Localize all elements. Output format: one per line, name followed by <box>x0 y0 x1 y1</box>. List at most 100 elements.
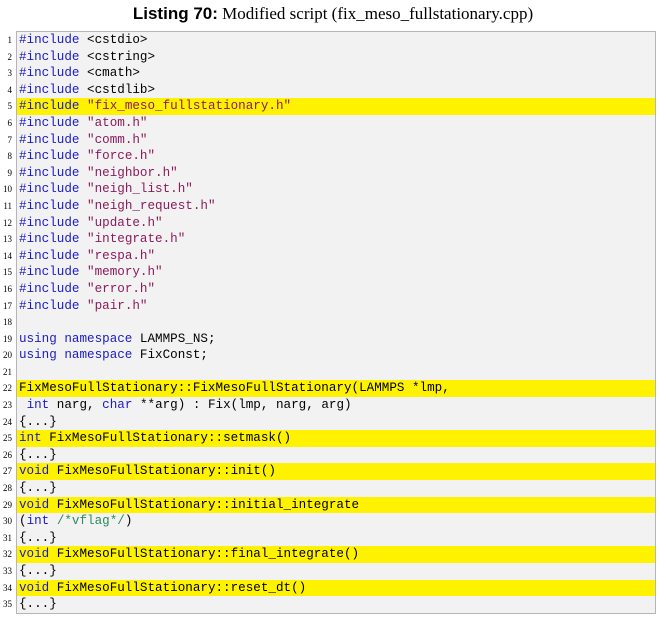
code-keyword: #include <box>19 281 80 296</box>
code-keyword: #include <box>19 248 80 263</box>
code-line: 19 using namespace LAMMPS_NS; <box>0 331 666 348</box>
code-line: 28 {...} <box>0 480 666 497</box>
code-line: 2 #include <cstring> <box>0 49 666 66</box>
code-listing: 1 #include <cstdio> 2 #include <cstring> 3 #i… <box>0 32 666 613</box>
code-text: {...} <box>17 480 655 497</box>
code-keyword: #include <box>19 182 80 197</box>
code-token: {...} <box>19 530 57 545</box>
line-number: 4 <box>7 84 13 95</box>
code-keyword: #include <box>19 115 80 130</box>
code-line: 10 #include "neigh_list.h" <box>0 181 666 198</box>
code-token: narg, <box>49 398 103 413</box>
code-text: #include "respa.h" <box>17 248 655 265</box>
code-keyword: void <box>19 547 50 562</box>
line-number: 2 <box>7 51 13 62</box>
code-text: {...} <box>17 596 655 613</box>
code-token: ( <box>19 514 27 529</box>
code-text: {...} <box>17 563 655 580</box>
line-number: 18 <box>3 317 12 328</box>
highlighted-code-text: void FixMesoFullStationary::init() <box>17 463 655 481</box>
code-line: 20 using namespace FixConst; <box>0 347 666 364</box>
code-keyword: #include <box>19 232 80 247</box>
code-token: FixConst; <box>132 348 208 363</box>
code-text: using namespace FixConst; <box>17 347 655 364</box>
code-token: <cstdio> <box>79 33 148 47</box>
line-number: 28 <box>3 483 12 494</box>
line-number: 15 <box>3 267 12 278</box>
code-token: {...} <box>19 564 57 578</box>
code-line: 34 void FixMesoFullStationary::reset_dt() <box>0 579 666 597</box>
code-line: 14 #include "respa.h" <box>0 248 666 265</box>
code-token: <cmath> <box>79 66 140 81</box>
line-number: 31 <box>3 532 12 543</box>
code-line: 6 #include "atom.h" <box>0 115 666 132</box>
code-text: #include "update.h" <box>17 215 655 232</box>
code-line: 29 void FixMesoFullStationary::initial_in… <box>0 496 666 514</box>
code-keyword: #include <box>19 132 80 147</box>
code-text: #include <cstring> <box>17 49 655 66</box>
line-number: 19 <box>3 333 12 344</box>
code-keyword: void <box>19 497 50 512</box>
code-keyword: #include <box>19 33 80 47</box>
code-line: 24 {...} <box>0 414 666 431</box>
code-string: "integrate.h" <box>87 232 186 247</box>
highlighted-code-text: void FixMesoFullStationary::reset_dt() <box>17 579 655 597</box>
line-number: 14 <box>3 250 12 261</box>
code-token: FixMesoFullStationary::reset_dt() <box>49 580 307 595</box>
line-number: 7 <box>7 134 13 145</box>
code-line: 33 {...} <box>0 563 666 580</box>
code-line: 22 FixMesoFullStationary::FixMesoFullStat… <box>0 380 666 398</box>
code-keyword: void <box>19 580 50 595</box>
code-text: {...} <box>17 447 655 464</box>
code-line: 8 #include "force.h" <box>0 148 666 165</box>
code-line: 7 #include "comm.h" <box>0 132 666 149</box>
code-text: using namespace LAMMPS_NS; <box>17 331 655 348</box>
code-string: "neighbor.h" <box>87 165 178 180</box>
code-token: {...} <box>19 414 57 429</box>
line-number: 20 <box>3 350 12 361</box>
code-comment: /*vflag*/ <box>56 514 125 529</box>
code-line: 12 #include "update.h" <box>0 215 666 232</box>
code-keyword: using namespace <box>19 331 133 346</box>
code-token: <cstdlib> <box>79 82 156 97</box>
listing-caption-label: Listing 70: <box>132 4 218 23</box>
line-number: 21 <box>3 366 12 377</box>
code-text: #include "comm.h" <box>17 132 655 149</box>
code-line: 31 {...} <box>0 530 666 547</box>
line-number: 27 <box>3 466 12 477</box>
line-number: 5 <box>7 101 13 112</box>
code-keyword: #include <box>19 149 80 164</box>
code-keyword: #include <box>19 49 80 64</box>
code-string: "neigh_request.h" <box>87 198 216 213</box>
line-number: 16 <box>3 283 12 294</box>
highlighted-code-text: FixMesoFullStationary::FixMesoFullStatio… <box>17 380 655 398</box>
code-string: "memory.h" <box>87 265 163 280</box>
code-line: 17 #include "pair.h" <box>0 298 666 315</box>
code-string: "atom.h" <box>87 115 148 130</box>
code-line: 18 <box>0 314 666 331</box>
code-token: LAMMPS_NS; <box>132 331 216 346</box>
line-number: 8 <box>7 151 13 162</box>
code-line: 11 #include "neigh_request.h" <box>0 198 666 215</box>
code-line: 30 (int /*vflag*/) <box>0 513 666 530</box>
highlighted-code-text: void FixMesoFullStationary::final_integr… <box>17 546 655 563</box>
code-string: "pair.h" <box>87 298 148 313</box>
code-keyword: #include <box>19 165 80 180</box>
line-number: 12 <box>3 217 12 228</box>
code-token: FixMesoFullStationary::initial_integrate <box>49 497 360 512</box>
code-line: 35 {...} <box>0 596 666 613</box>
code-text: #include <cstdio> <box>17 32 655 49</box>
code-keyword: char <box>102 398 133 413</box>
code-text: #include "integrate.h" <box>17 231 655 248</box>
code-keyword: int <box>26 514 50 529</box>
code-line: 21 <box>0 364 666 381</box>
code-line: 16 #include "error.h" <box>0 281 666 298</box>
code-line: 25 int FixMesoFullStationary::setmask() <box>0 430 666 447</box>
code-text: int narg, char **arg) : Fix(lmp, narg, a… <box>17 397 655 414</box>
line-number: 26 <box>3 449 12 460</box>
